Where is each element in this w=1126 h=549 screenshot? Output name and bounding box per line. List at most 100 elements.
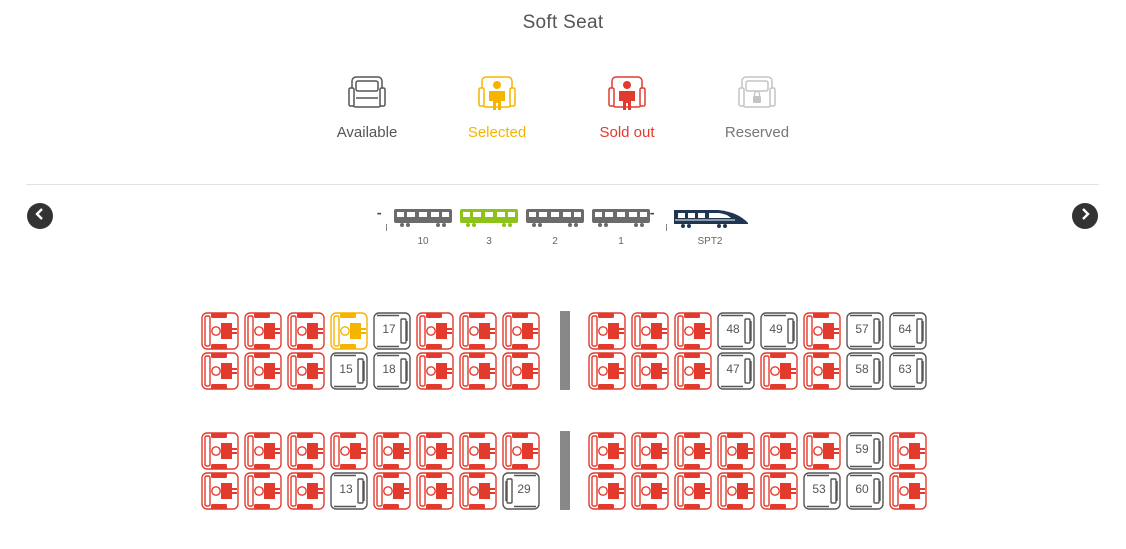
locomotive-label: SPT2 — [697, 236, 723, 247]
seat-sold-out[interactable] — [630, 311, 670, 351]
seat-selected[interactable] — [329, 311, 369, 351]
previous-car-button[interactable] — [27, 203, 53, 229]
seat-sold-out[interactable] — [587, 431, 627, 471]
seat-sold-out[interactable] — [802, 311, 842, 351]
seat-sold-out[interactable] — [759, 471, 799, 511]
available-seat-icon — [307, 74, 427, 114]
seat-sold-out[interactable] — [888, 471, 928, 511]
seat-available[interactable]: 59 — [845, 431, 885, 471]
seat-number: 49 — [769, 322, 783, 336]
seat-available[interactable]: 57 — [845, 311, 885, 351]
seat-sold-out[interactable] — [759, 431, 799, 471]
next-car-button[interactable] — [1072, 203, 1098, 229]
reserved-seat-icon — [697, 74, 817, 114]
seat-number: 57 — [855, 322, 869, 336]
seat-sold-out[interactable] — [415, 311, 455, 351]
seat-available[interactable]: 29 — [501, 471, 541, 511]
seat-available[interactable]: 63 — [888, 351, 928, 391]
seat-sold-out[interactable] — [501, 431, 541, 471]
train-car-label: 3 — [486, 236, 492, 247]
seat-number: 29 — [517, 482, 531, 496]
seat-available[interactable]: 49 — [759, 311, 799, 351]
seat-number: 13 — [339, 482, 353, 496]
seat-number: 48 — [726, 322, 740, 336]
seat-sold-out[interactable] — [415, 471, 455, 511]
sold-out-seat-icon — [567, 74, 687, 114]
seat-available[interactable]: 17 — [372, 311, 412, 351]
seat-sold-out[interactable] — [673, 311, 713, 351]
seat-number: 58 — [855, 362, 869, 376]
seat-sold-out[interactable] — [286, 311, 326, 351]
seat-sold-out[interactable] — [458, 351, 498, 391]
seat-number: 47 — [726, 362, 740, 376]
seat-sold-out[interactable] — [587, 311, 627, 351]
seat-sold-out[interactable] — [372, 431, 412, 471]
train-car-label: 10 — [417, 236, 429, 247]
seat-sold-out[interactable] — [329, 431, 369, 471]
seat-sold-out[interactable] — [802, 351, 842, 391]
legend-label-available: Available — [336, 124, 398, 141]
seat-sold-out[interactable] — [630, 471, 670, 511]
seat-sold-out[interactable] — [415, 431, 455, 471]
seat-sold-out[interactable] — [501, 351, 541, 391]
aisle-divider — [560, 431, 570, 510]
seat-sold-out[interactable] — [415, 351, 455, 391]
seat-available[interactable]: 64 — [888, 311, 928, 351]
seat-available[interactable]: 58 — [845, 351, 885, 391]
seat-sold-out[interactable] — [286, 431, 326, 471]
seat-sold-out[interactable] — [200, 431, 240, 471]
seat-sold-out[interactable] — [200, 471, 240, 511]
seat-sold-out[interactable] — [286, 471, 326, 511]
seat-sold-out[interactable] — [673, 351, 713, 391]
chevron-left-icon — [34, 207, 46, 225]
seat-number: 53 — [812, 482, 826, 496]
seat-number: 15 — [339, 362, 353, 376]
seat-sold-out[interactable] — [200, 351, 240, 391]
seat-sold-out[interactable] — [372, 471, 412, 511]
seat-sold-out[interactable] — [716, 431, 756, 471]
legend-available: Available — [307, 74, 427, 141]
seat-number: 63 — [898, 362, 912, 376]
seat-sold-out[interactable] — [630, 431, 670, 471]
train-car-label: 2 — [552, 236, 558, 247]
seat-sold-out[interactable] — [243, 351, 283, 391]
seat-available[interactable]: 18 — [372, 351, 412, 391]
chevron-right-icon — [1079, 207, 1091, 225]
seat-sold-out[interactable] — [630, 351, 670, 391]
seat-sold-out[interactable] — [243, 431, 283, 471]
seat-number: 17 — [382, 322, 396, 336]
seat-sold-out[interactable] — [458, 311, 498, 351]
seat-sold-out[interactable] — [802, 431, 842, 471]
seat-sold-out[interactable] — [888, 431, 928, 471]
legend-selected: Selected — [437, 74, 557, 141]
seat-number: 64 — [898, 322, 912, 336]
seat-available[interactable]: 47 — [716, 351, 756, 391]
seat-sold-out[interactable] — [458, 471, 498, 511]
seat-sold-out[interactable] — [587, 471, 627, 511]
seat-sold-out[interactable] — [587, 351, 627, 391]
more-cars-ellipsis: ••• — [650, 212, 654, 218]
seat-sold-out[interactable] — [716, 471, 756, 511]
seat-available[interactable]: 48 — [716, 311, 756, 351]
seat-available[interactable]: 15 — [329, 351, 369, 391]
seat-sold-out[interactable] — [200, 311, 240, 351]
legend-label-reserved: Reserved — [724, 124, 790, 141]
seat-available[interactable]: 13 — [329, 471, 369, 511]
selected-seat-icon — [437, 74, 557, 114]
seat-sold-out[interactable] — [243, 311, 283, 351]
seat-sold-out[interactable] — [759, 351, 799, 391]
seat-available[interactable]: 53 — [802, 471, 842, 511]
car-separator — [666, 224, 667, 231]
legend-sold-out: Sold out — [567, 74, 687, 141]
legend-label-selected: Selected — [467, 124, 527, 141]
seat-sold-out[interactable] — [286, 351, 326, 391]
aisle-divider — [560, 311, 570, 390]
seat-sold-out[interactable] — [673, 471, 713, 511]
seat-sold-out[interactable] — [458, 431, 498, 471]
seat-available[interactable]: 60 — [845, 471, 885, 511]
seat-sold-out[interactable] — [501, 311, 541, 351]
seat-sold-out[interactable] — [673, 431, 713, 471]
seat-sold-out[interactable] — [243, 471, 283, 511]
seat-number: 60 — [855, 482, 869, 496]
legend-reserved: Reserved — [697, 74, 817, 141]
